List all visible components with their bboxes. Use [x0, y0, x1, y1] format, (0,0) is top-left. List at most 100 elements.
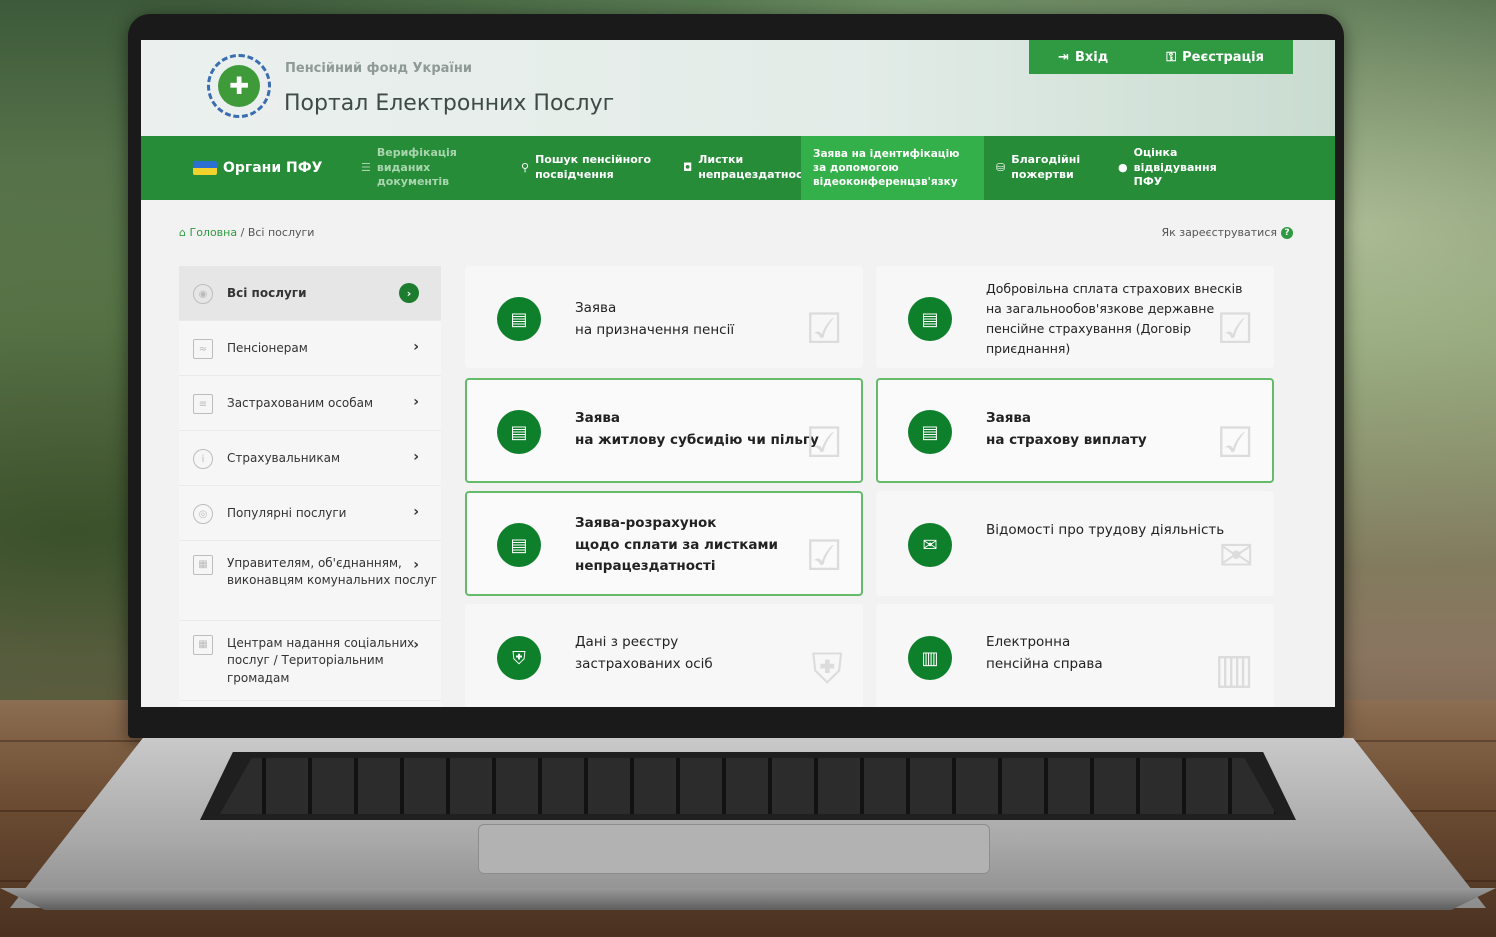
form-icon: ▤ — [908, 297, 952, 341]
nav-item-donations[interactable]: ⛁ Благодійні пожертви — [984, 136, 1106, 200]
card-text: Заява-розрахунок щодо сплати за листками… — [575, 513, 778, 578]
card-line: застрахованих осіб — [575, 655, 713, 672]
sidebar-item-insured-persons[interactable]: ≡ Застрахованим особам › — [179, 376, 441, 431]
chevron-right-icon: › — [413, 504, 419, 520]
star-icon: ◎ — [193, 504, 213, 524]
card-line: Заява — [575, 410, 621, 426]
laptop-trackpad — [478, 824, 990, 874]
sidebar-item-utility-managers[interactable]: ▦ Управителям, об'єднанням, виконавцям к… — [179, 541, 441, 621]
breadcrumb-separator: / — [240, 226, 245, 239]
sidebar-item-label: Популярні послуги — [227, 506, 347, 520]
sidebar-item-pensioners[interactable]: ≈ Пенсіонерам › — [179, 321, 441, 376]
nav-item-label: Органи ПФУ — [223, 159, 323, 176]
card-line: Заява — [575, 300, 617, 316]
service-card-pension-application[interactable]: ▤ Заява на призначення пенсії ☑ — [465, 266, 863, 368]
laptop-keys — [220, 758, 1276, 814]
nav-item-label: Благодійні пожертви — [1011, 153, 1081, 181]
sidebar-item-label: Пенсіонерам — [227, 341, 308, 355]
nav-item-label: Листки непрацездатності — [698, 153, 813, 181]
auth-bar: ⇥ Вхід ⚿ Реєстрація — [1029, 40, 1293, 74]
how-to-register-label: Як зареєструватися — [1161, 226, 1277, 239]
shield-icon: ⛨ — [497, 636, 541, 680]
card-line: щодо сплати за листками — [575, 536, 778, 553]
document-check-icon: ☑ — [1216, 418, 1254, 467]
nav-item-label: Верифікація виданих документів — [376, 145, 457, 189]
nav-item-video-identification[interactable]: Заява на ідентифікацію за допомогою віде… — [801, 136, 984, 200]
card-line: Добровільна сплата страхових внесків — [986, 281, 1243, 296]
chevron-right-icon: › — [413, 449, 419, 465]
envelope-icon: ✉ — [908, 523, 952, 567]
sidebar-item-employers[interactable]: i Страхувальникам › — [179, 431, 441, 486]
register-label: Реєстрація — [1182, 49, 1264, 65]
service-card-insured-registry[interactable]: ⛨ Дані з реєстру застрахованих осіб ⛨ — [465, 604, 863, 707]
nav-item-sick-leave[interactable]: ◘ Листки непрацездатності — [671, 136, 813, 200]
sidebar-item-label: Центрам надання соціальних послуг / Тери… — [227, 636, 415, 685]
breadcrumb-home-link[interactable]: Головна — [189, 226, 237, 239]
breadcrumb-current: Всі послуги — [247, 226, 315, 239]
card-line: Електронна — [986, 634, 1071, 650]
card-line: пенсійна справа — [986, 655, 1103, 672]
nav-item-pfu-bodies[interactable]: Органи ПФУ — [141, 136, 349, 200]
chevron-right-icon: › — [413, 339, 419, 355]
card-line: Відомості про трудову діяльність — [986, 522, 1225, 538]
document-icon: ≡ — [193, 394, 213, 414]
register-button[interactable]: ⚿ Реєстрація — [1166, 50, 1264, 65]
sidebar-item-label: Страхувальникам — [227, 451, 341, 465]
service-card-sick-leave-payment[interactable]: ▤ Заява-розрахунок щодо сплати за листка… — [465, 491, 863, 596]
home-icon: ⌂ — [179, 226, 186, 239]
donation-icon: ⛁ — [996, 160, 1006, 174]
chevron-right-icon: › — [413, 394, 419, 410]
form-icon: ▤ — [908, 410, 952, 454]
document-check-icon: ☑ — [805, 418, 843, 467]
sidebar-item-popular[interactable]: ◎ Популярні послуги › — [179, 486, 441, 541]
nav-item-verification[interactable]: ☰ Верифікація виданих документів — [349, 136, 509, 200]
sidebar-item-label: Застрахованим особам — [227, 396, 374, 410]
circle-icon: ◉ — [193, 284, 213, 304]
shield-ghost-icon: ⛨ — [811, 644, 843, 693]
key-icon: ⚿ — [1166, 49, 1177, 65]
main-nav: Органи ПФУ ☰ Верифікація виданих докумен… — [141, 136, 1335, 200]
card-text: Заява на призначення пенсії — [575, 298, 734, 341]
pfu-emblem-icon: ✚ — [218, 65, 260, 107]
service-card-insurance-payment[interactable]: ▤ Заява на страхову виплату ☑ — [876, 378, 1274, 483]
how-to-register-link[interactable]: Як зареєструватися ? — [1161, 226, 1293, 239]
nav-item-label: Заява на ідентифікацію за допомогою віде… — [813, 147, 960, 189]
login-button[interactable]: ⇥ Вхід — [1058, 50, 1108, 65]
document-check-icon: ☑ — [805, 304, 843, 353]
service-card-housing-subsidy[interactable]: ▤ Заява на житлову субсидію чи пільгу ☑ — [465, 378, 863, 483]
comment-icon: ● — [1118, 160, 1128, 174]
card-text: Заява на страхову виплату — [986, 408, 1147, 451]
login-icon: ⇥ — [1058, 49, 1069, 65]
chevron-right-circle-icon: › — [399, 283, 419, 303]
pensioner-icon: ≈ — [193, 339, 213, 359]
envelope-ghost-icon: ✉ — [1218, 531, 1254, 580]
nav-item-visit-rating[interactable]: ● Оцінка відвідування ПФУ — [1106, 136, 1246, 200]
list-icon: ☰ — [361, 160, 371, 174]
nav-item-pension-search[interactable]: ⚲ Пошук пенсійного посвідчення — [509, 136, 671, 200]
laptop-base-edge — [0, 888, 1496, 910]
card-line: непрацездатності — [575, 558, 716, 575]
form-icon: ▤ — [497, 297, 541, 341]
ukraine-flag-icon — [193, 161, 217, 175]
chevron-right-icon: › — [413, 637, 419, 653]
sidebar-item-all-services[interactable]: ◉ Всі послуги › — [179, 266, 441, 321]
card-text: Заява на житлову субсидію чи пільгу — [575, 408, 819, 451]
pfu-logo[interactable]: ✚ — [207, 54, 271, 118]
laptop-screen: ✚ Пенсійний фонд України Портал Електрон… — [141, 40, 1335, 707]
service-card-employment-records[interactable]: ✉ Відомості про трудову діяльність ✉ — [876, 491, 1274, 596]
sidebar-item-label: Управителям, об'єднанням, виконавцям ком… — [227, 556, 438, 588]
card-line: Заява-розрахунок — [575, 515, 717, 531]
sidebar: ◉ Всі послуги › ≈ Пенсіонерам › ≡ Застра… — [179, 266, 441, 707]
document-check-icon: ☑ — [1216, 304, 1254, 353]
org-name: Пенсійний фонд України — [285, 61, 472, 76]
search-icon: ⚲ — [521, 160, 530, 174]
nav-item-label: Пошук пенсійного посвідчення — [535, 153, 652, 181]
service-card-voluntary-contributions[interactable]: ▤ Добровільна сплата страхових внесків н… — [876, 266, 1274, 368]
card-line: Заява — [986, 410, 1032, 426]
card-text: Дані з реєстру застрахованих осіб — [575, 632, 713, 675]
info-icon: i — [193, 449, 213, 469]
card-text: Електронна пенсійна справа — [986, 632, 1103, 675]
service-card-electronic-pension-file[interactable]: ▥ Електронна пенсійна справа ▥ — [876, 604, 1274, 707]
sidebar-item-social-centers[interactable]: ▦ Центрам надання соціальних послуг / Те… — [179, 621, 441, 701]
portal-title[interactable]: Портал Електронних Послуг — [284, 91, 614, 116]
